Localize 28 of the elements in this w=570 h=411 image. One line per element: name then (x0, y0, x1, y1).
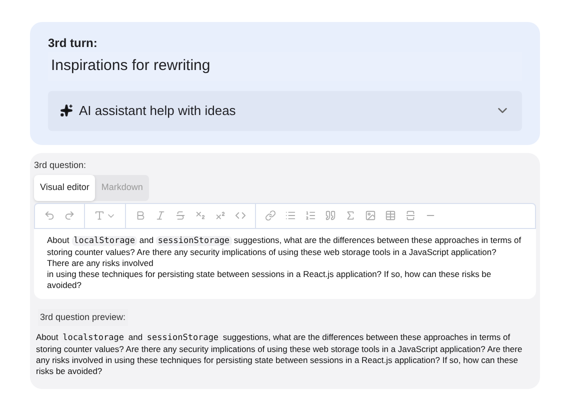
editor-paragraph: About localStorage and sessionStorage suggestions, what are the differences between these approaches in terms of storing counter values? Are there any security implications of using these web storage tools in a JavaScript application? (47, 234, 522, 258)
editor-tab[interactable]: Visual editor (34, 175, 96, 200)
bullet-list-icon[interactable] (285, 210, 296, 221)
subscript-icon[interactable] (195, 210, 206, 221)
assistant-dropdown[interactable]: AI assistant help with ideas (48, 90, 522, 130)
superscript-icon[interactable] (215, 210, 226, 221)
redo-icon[interactable] (64, 210, 75, 221)
sparkle-icon (60, 104, 73, 117)
formula-icon[interactable] (345, 210, 356, 221)
strikethrough-icon[interactable] (175, 210, 186, 221)
turn-label: 3rd turn: (48, 35, 98, 52)
undo-icon[interactable] (44, 210, 55, 221)
editor-paragraph: There are any risks involved (47, 258, 154, 268)
preview-text: About localstorage and sessionStorage suggestions, what are the differences between these approaches in terms of storing counter values? Are there any security implications of using these web storage tools in a JavaScript application? Are there any risks involved in using these techniques for persisting state between sessions in a React.js application? If so, how can these risks be avoided? (35, 332, 524, 377)
bold-icon[interactable] (135, 210, 146, 221)
quote-icon[interactable] (325, 210, 336, 221)
text-size-button[interactable] (94, 210, 116, 221)
image-icon[interactable] (365, 210, 376, 221)
split-icon[interactable] (405, 210, 416, 221)
italic-icon[interactable] (155, 210, 166, 221)
table-icon[interactable] (385, 210, 396, 221)
text-size-icon (94, 210, 105, 221)
editor-body[interactable] (34, 228, 536, 298)
numbered-list-icon[interactable] (305, 210, 316, 221)
question-label: 3rd question: (34, 158, 86, 172)
editor-paragraph: in using these techniques for persisting state between sessions in a React.js application? If so, how can these risks be avoided? (47, 268, 492, 290)
link-icon[interactable] (265, 210, 276, 221)
code-icon[interactable] (235, 210, 246, 221)
